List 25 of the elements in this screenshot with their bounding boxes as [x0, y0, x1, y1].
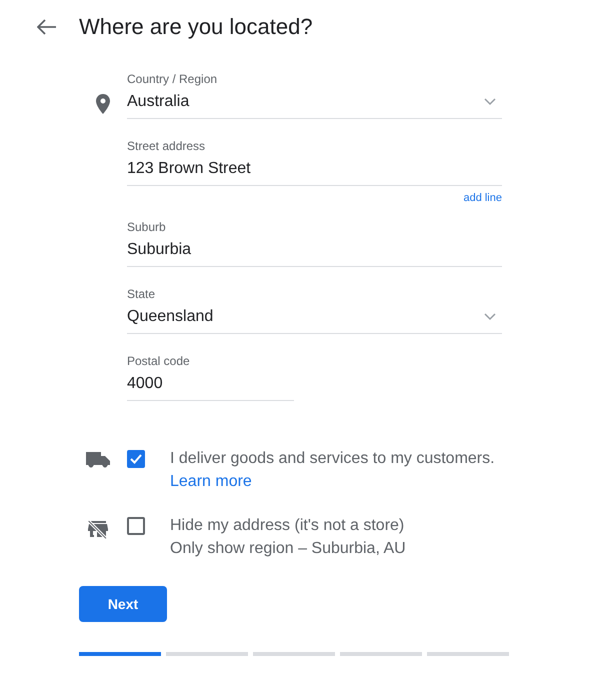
input-field[interactable]: 123 Brown Street: [127, 153, 502, 186]
dropdown-caret-icon: [484, 98, 496, 106]
dropdown-field[interactable]: Australia: [127, 86, 502, 119]
option-label: I deliver goods and services to my customers.: [170, 449, 495, 469]
add-line-link[interactable]: add line: [463, 192, 502, 204]
back-arrow-icon[interactable]: [37, 19, 57, 35]
input-field[interactable]: Suburbia: [127, 234, 502, 267]
checkbox[interactable]: [127, 517, 145, 535]
dropdown-caret-icon: [484, 313, 496, 321]
field-label: Street address: [127, 139, 206, 153]
page-title: Where are you located?: [79, 14, 313, 40]
store-off-icon: [88, 519, 108, 539]
field-label: Country / Region: [127, 72, 218, 86]
truck-icon: [86, 452, 110, 469]
option-note: Only show region – Suburbia, AU: [170, 539, 406, 559]
next-button[interactable]: Next: [79, 586, 167, 622]
option-label: Hide my address (it's not a store): [170, 516, 406, 536]
field-label: Suburb: [127, 220, 167, 234]
field-label: Postal code: [127, 354, 191, 368]
input-field[interactable]: 4000: [127, 368, 294, 401]
learn-more-link[interactable]: Learn more: [170, 473, 252, 490]
checkbox[interactable]: [127, 450, 145, 468]
field-label: State: [127, 287, 156, 301]
dropdown-field[interactable]: Queensland: [127, 301, 502, 334]
location-pin-icon: [96, 94, 110, 114]
